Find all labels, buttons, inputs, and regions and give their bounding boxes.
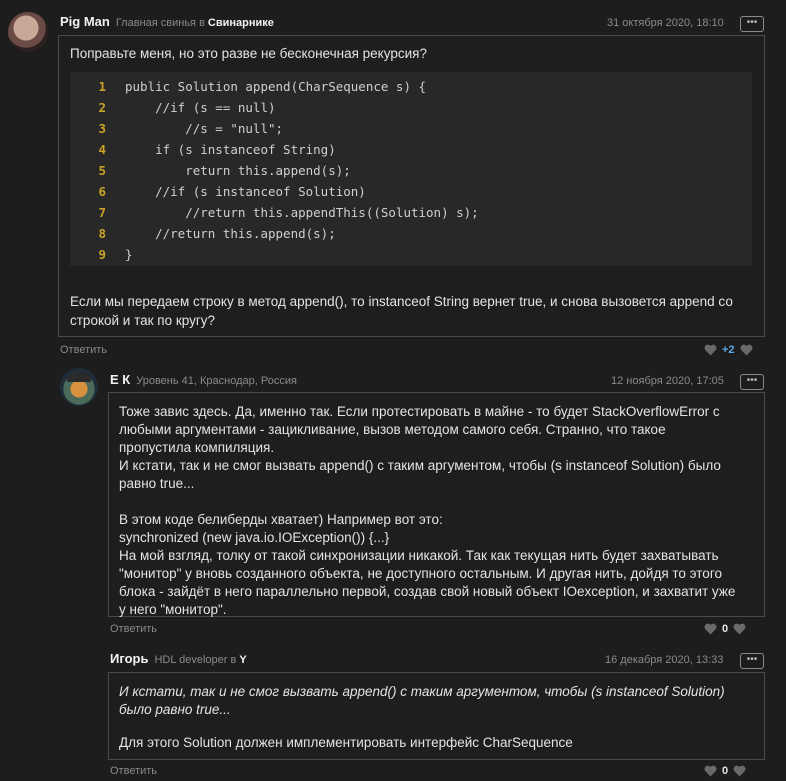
line-number: 3 [98,121,106,136]
quote-block: И кстати, так и не смог вызвать append()… [119,683,725,719]
comment-date: 31 октября 2020, 18:10 [607,17,724,29]
line-number: 8 [98,226,106,241]
code-line: } [125,247,133,262]
line-number: 1 [98,79,106,94]
author-name[interactable]: Pig Man [60,14,110,29]
comment-text: Тоже завис здесь. Да, именно так. Если п… [119,403,735,619]
comment-header: Е К Уровень 41, Краснодар, Россия [110,372,297,387]
like-heart-icon[interactable] [733,765,746,777]
comment-body: И кстати, так и не смог вызвать append()… [108,672,765,760]
comment-body: Тоже завис здесь. Да, именно так. Если п… [108,392,765,617]
more-options-button[interactable]: ••• [740,653,764,669]
score: 0 [722,623,729,635]
like-heart-icon[interactable] [740,344,753,356]
code-block: 1 2 3 4 5 6 7 8 9 public Solution append… [70,72,752,266]
text-line: synchronized (new java.io.IOException())… [119,530,390,545]
text-line: "монитор" у вновь созданного объекта, не… [119,566,722,581]
text-line: равно true... [119,476,195,491]
avatar[interactable] [60,368,98,406]
code-line: //if (s instanceof Solution) [125,184,366,199]
comment-text: Если мы передаем строку в метод append()… [70,294,733,309]
dislike-heart-icon[interactable] [704,623,717,635]
author-group-link[interactable]: Свинарнике [208,17,274,29]
more-options-button[interactable]: ••• [740,374,764,390]
text-line: Тоже завис здесь. Да, именно так. Если п… [119,404,720,419]
text-line: И кстати, так и не смог вызвать append()… [119,458,721,473]
comment-header: Pig Man Главная свинья в Свинарнике [60,14,274,29]
comment-text: строкой и так по кругу? [70,313,216,328]
line-number: 4 [98,142,106,157]
code-line: if (s instanceof String) [125,142,336,157]
text-line: пропустила компиляция. [119,440,275,455]
line-number: 5 [98,163,106,178]
author-meta: Главная свинья в [115,17,205,29]
text-line: блока - зайдёт в него параллельно первой… [119,584,736,599]
comment-text: Поправьте меня, но это разве не бесконеч… [70,46,427,61]
code-line: //return this.appendThis((Solution) s); [125,205,479,220]
code-line: //s = "null"; [125,121,284,136]
quote-line: И кстати, так и не смог вызвать append()… [119,684,725,699]
author-meta: HDL developer в [154,654,237,666]
author-meta: Уровень 41, Краснодар, Россия [136,375,297,387]
text-line: На мой взгляд, толку от такой синхрониза… [119,548,719,563]
text-line: В этом коде белиберды хватает) Например … [119,512,443,527]
more-options-button[interactable]: ••• [740,16,764,32]
reply-button[interactable]: Ответить [110,623,157,635]
text-line: любыми аргументами - зацикливание, вызов… [119,422,666,437]
avatar[interactable] [8,12,48,52]
code-line: return this.append(s); [125,163,351,178]
line-number: 6 [98,184,106,199]
quote-line: было равно true... [119,702,231,717]
vote-controls: 0 [704,623,746,635]
code-line: //return this.append(s); [125,226,336,241]
text-line: у него "монитор". [119,602,227,617]
author-group-link[interactable]: Y [239,654,246,666]
dislike-heart-icon[interactable] [704,344,717,356]
score: 0 [722,765,729,777]
text-line [119,493,735,511]
like-heart-icon[interactable] [733,623,746,635]
reply-button[interactable]: Ответить [60,344,107,356]
comment-date: 16 декабря 2020, 13:33 [605,654,724,666]
code-line: //if (s == null) [125,100,276,115]
vote-controls: +2 [704,344,753,356]
line-number: 9 [98,247,106,262]
comment-header: Игорь HDL developer в Y [110,651,247,666]
code-line: public Solution append(CharSequence s) { [125,79,427,94]
comment-date: 12 ноября 2020, 17:05 [611,375,724,387]
comment-body: Поправьте меня, но это разве не бесконеч… [58,35,765,337]
dislike-heart-icon[interactable] [704,765,717,777]
author-name[interactable]: Игорь [110,651,148,666]
score: +2 [722,344,735,356]
reply-button[interactable]: Ответить [110,765,157,777]
vote-controls: 0 [704,765,746,777]
author-name[interactable]: Е К [110,372,130,387]
line-number: 7 [98,205,106,220]
line-number: 2 [98,100,106,115]
comment-text: Для этого Solution должен имплементирова… [119,735,573,750]
